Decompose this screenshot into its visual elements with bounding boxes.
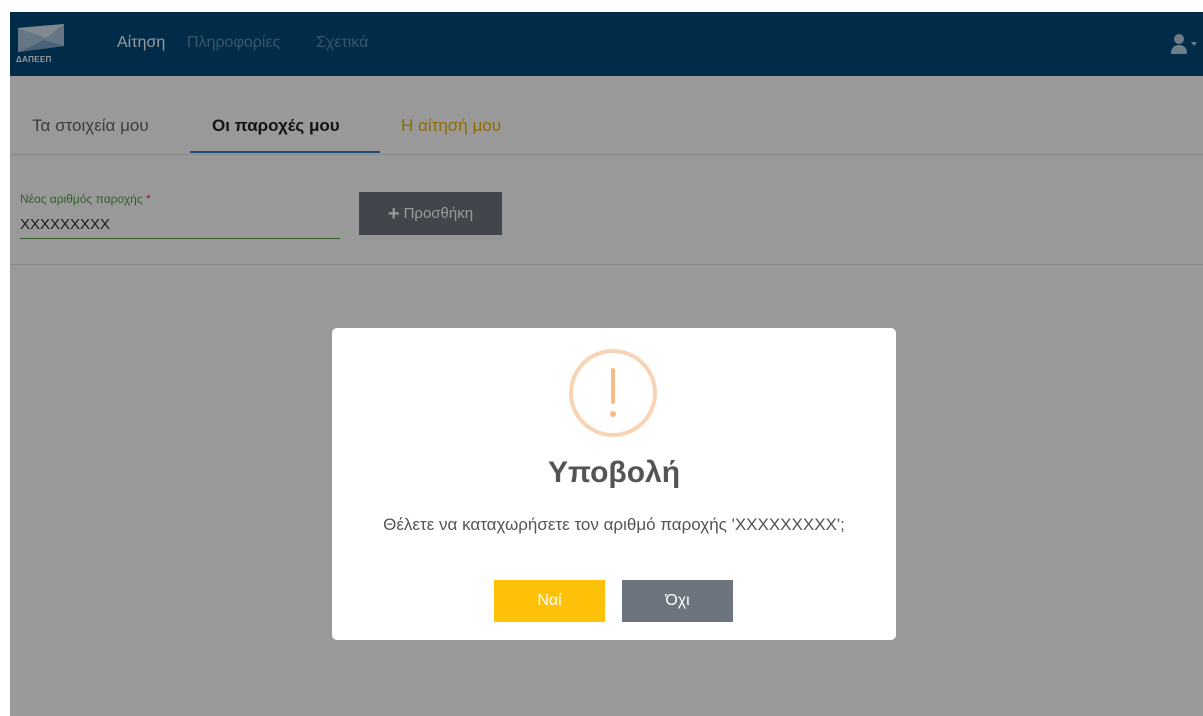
dialog-title: Υποβολή bbox=[547, 456, 681, 489]
confirm-dialog: Υποβολή Θέλετε να καταχωρήσετε τον αριθμ… bbox=[332, 328, 896, 640]
app-frame: ΔΑΠΕΕΠ Αίτηση Πληροφορίες Σχετικά Τα στο… bbox=[10, 12, 1203, 716]
confirm-yes-button[interactable]: Ναί bbox=[494, 580, 605, 622]
warning-icon bbox=[569, 349, 657, 437]
dialog-message: Θέλετε να καταχωρήσετε τον αριθμό παροχή… bbox=[383, 515, 845, 534]
confirm-no-button[interactable]: Όχι bbox=[622, 580, 733, 622]
